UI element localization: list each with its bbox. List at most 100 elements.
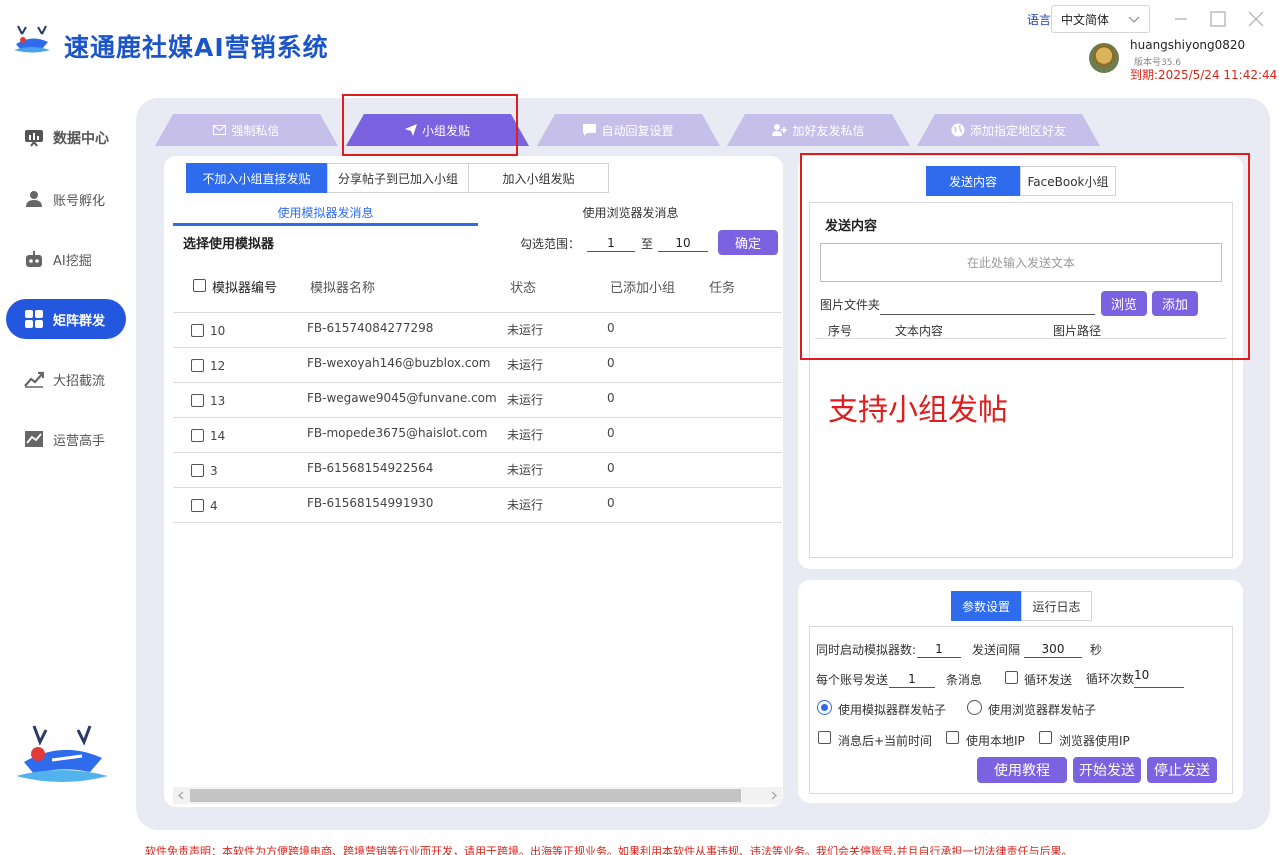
sidebar-item-label: 数据中心 <box>53 131 109 147</box>
trend-icon <box>23 368 45 390</box>
tab-label: 自动回复设置 <box>601 123 674 138</box>
side-logo-icon <box>12 722 112 792</box>
row-divider <box>173 382 782 383</box>
row-checkbox[interactable] <box>191 499 204 512</box>
tab-label: 强制私信 <box>231 123 280 138</box>
radio-browser-post[interactable] <box>967 700 982 715</box>
row-id: 12 <box>210 359 226 373</box>
row-name: FB-61568154922564 <box>307 461 434 475</box>
row-status: 未运行 <box>507 428 544 442</box>
per-account-label: 每个账号发送 <box>816 673 889 687</box>
sidebar-item-label: 矩阵群发 <box>53 313 106 329</box>
toggle-params[interactable]: 参数设置 <box>951 591 1021 621</box>
sidebar-item-account-incubation[interactable]: 账号孵化 <box>6 179 126 219</box>
confirm-range-button[interactable]: 确定 <box>718 230 778 255</box>
radio-browser-label: 使用浏览器群发帖子 <box>988 703 1097 717</box>
scroll-left-icon[interactable] <box>177 791 185 800</box>
row-id: 3 <box>210 464 218 478</box>
interval-input[interactable]: 300 <box>1024 640 1082 658</box>
subtab-browser[interactable]: 使用浏览器发消息 <box>478 204 783 224</box>
row-divider <box>173 417 782 418</box>
interval-unit: 秒 <box>1090 643 1103 657</box>
scrollbar-thumb[interactable] <box>190 789 741 802</box>
row-divider <box>173 452 782 453</box>
row-name: FB-mopede3675@haislot.com <box>307 426 488 440</box>
subtab-emulator[interactable]: 使用模拟器发消息 <box>173 204 478 224</box>
select-all-checkbox[interactable] <box>193 279 206 292</box>
mode-direct-post-button[interactable]: 不加入小组直接发贴 <box>186 163 327 193</box>
mail-icon <box>213 125 227 135</box>
tab-label: 添加指定地区好友 <box>969 123 1066 138</box>
append-time-checkbox[interactable] <box>818 731 831 744</box>
row-groups: 0 <box>607 391 615 405</box>
tab-force-dm[interactable]: 强制私信 <box>155 114 338 146</box>
range-to-input[interactable]: 10 <box>658 234 708 252</box>
language-select[interactable]: 中文简体 <box>1051 5 1150 33</box>
row-checkbox[interactable] <box>191 394 204 407</box>
sidebar-item-traffic-intercept[interactable]: 大招截流 <box>6 359 126 399</box>
sidebar-item-matrix-broadcast[interactable]: 矩阵群发 <box>6 299 126 339</box>
row-checkbox[interactable] <box>191 464 204 477</box>
loop-send-checkbox[interactable] <box>1005 671 1018 684</box>
scroll-right-icon[interactable] <box>770 791 778 800</box>
col-emulator-name: 模拟器名称 <box>310 281 376 296</box>
stop-send-button[interactable]: 停止发送 <box>1147 757 1217 783</box>
tab-label: 加好友发私信 <box>792 123 865 138</box>
col-status: 状态 <box>510 281 537 296</box>
tab-add-region-friends[interactable]: 添加指定地区好友 <box>917 114 1100 146</box>
row-groups: 0 <box>607 461 615 475</box>
app-title: 速通鹿社媒AI营销系统 <box>64 33 329 62</box>
sidebar-item-ai-mining[interactable]: AI挖掘 <box>6 239 126 279</box>
mode-share-to-joined-button[interactable]: 分享帖子到已加入小组 <box>327 163 469 193</box>
sidebar-item-data-center[interactable]: 数据中心 <box>6 118 126 158</box>
interval-label: 发送间隔 <box>972 643 1021 657</box>
start-send-button[interactable]: 开始发送 <box>1073 757 1141 783</box>
row-divider <box>173 522 782 523</box>
row-checkbox[interactable] <box>191 429 204 442</box>
range-separator: 至 <box>641 237 654 251</box>
radio-emulator-post[interactable] <box>817 700 832 715</box>
grid-icon <box>23 308 45 330</box>
minimize-icon[interactable] <box>1170 8 1192 30</box>
mode-join-and-post-button[interactable]: 加入小组发贴 <box>468 163 609 193</box>
emulator-panel <box>164 156 783 807</box>
sidebar-item-operation-expert[interactable]: 运营高手 <box>6 419 126 459</box>
row-id: 13 <box>210 394 226 408</box>
row-status: 未运行 <box>507 463 544 477</box>
tab-add-friend-dm[interactable]: 加好友发私信 <box>727 114 910 146</box>
tutorial-button[interactable]: 使用教程 <box>977 757 1067 783</box>
row-divider <box>173 347 782 348</box>
highlight-box-content <box>800 153 1250 360</box>
concurrent-label: 同时启动模拟器数: <box>816 643 917 657</box>
disclaimer-text: 软件免责声明：本软件为方便跨境电商、跨境营销等行业而开发，请用于跨境。出海等正规… <box>145 845 1073 855</box>
row-name: FB-61574084277298 <box>307 321 434 335</box>
concurrent-input[interactable]: 1 <box>917 640 961 658</box>
loop-count-input[interactable]: 10 <box>1134 668 1184 688</box>
row-status: 未运行 <box>507 323 544 337</box>
per-account-input[interactable]: 1 <box>889 670 935 688</box>
robot-icon <box>23 248 45 270</box>
sidebar-item-label: 运营高手 <box>53 433 106 449</box>
row-checkbox[interactable] <box>191 359 204 372</box>
row-name: FB-61568154991930 <box>307 496 434 510</box>
local-ip-checkbox[interactable] <box>946 731 959 744</box>
range-from-input[interactable]: 1 <box>587 234 635 252</box>
sidebar-item-label: 大招截流 <box>53 373 106 389</box>
toggle-run-log[interactable]: 运行日志 <box>1021 591 1092 621</box>
row-divider <box>173 487 782 488</box>
avatar[interactable] <box>1089 43 1119 73</box>
chevron-down-icon <box>1128 16 1140 23</box>
tab-auto-reply[interactable]: 自动回复设置 <box>537 114 720 146</box>
chat-icon <box>583 124 597 136</box>
maximize-icon[interactable] <box>1207 8 1229 30</box>
annotation-text: 支持小组发帖 <box>828 393 1008 428</box>
globe-icon <box>951 123 965 137</box>
browser-ip-checkbox[interactable] <box>1039 731 1052 744</box>
app-logo-icon <box>12 22 52 58</box>
user-icon <box>23 188 45 210</box>
row-groups: 0 <box>607 321 615 335</box>
close-icon[interactable] <box>1245 8 1267 30</box>
row-checkbox[interactable] <box>191 324 204 337</box>
horizontal-scrollbar[interactable] <box>173 787 782 804</box>
radio-emulator-label: 使用模拟器群发帖子 <box>838 703 947 717</box>
